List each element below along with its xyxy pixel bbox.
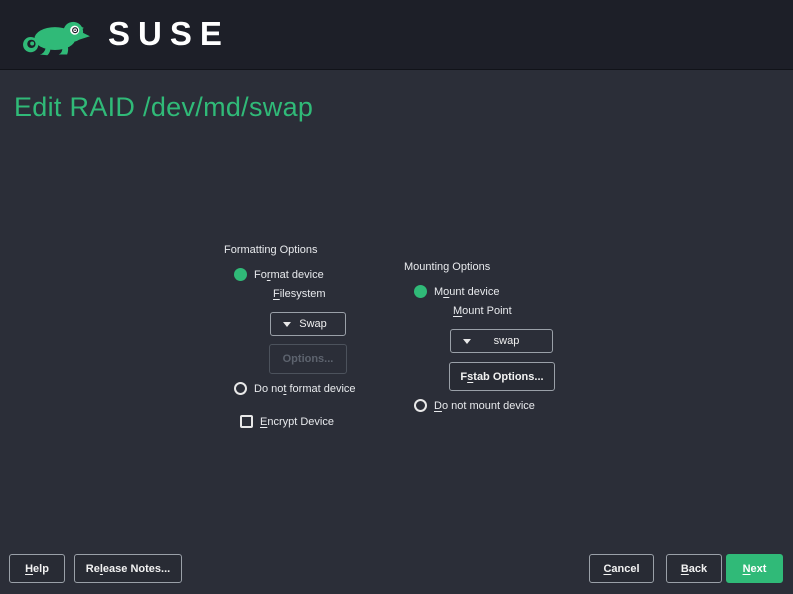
filesystem-label: Filesystem bbox=[273, 288, 326, 300]
do-not-mount-radio[interactable]: Do not mount device bbox=[414, 399, 535, 412]
filesystem-options-button: Options... bbox=[269, 344, 347, 374]
radio-unselected-icon bbox=[414, 399, 427, 412]
format-device-label: Format device bbox=[254, 269, 324, 281]
mount-point-label: Mount Point bbox=[453, 305, 512, 317]
filesystem-selected-value: Swap bbox=[291, 318, 345, 330]
radio-selected-icon bbox=[234, 268, 247, 281]
mount-device-radio[interactable]: Mount device bbox=[414, 285, 499, 298]
radio-selected-icon bbox=[414, 285, 427, 298]
brand-wordmark: SUSE bbox=[108, 11, 230, 57]
next-button[interactable]: Next bbox=[726, 554, 783, 583]
mount-point-select[interactable]: swap bbox=[450, 329, 553, 353]
header-bar: SUSE bbox=[0, 0, 793, 70]
chevron-down-icon bbox=[283, 322, 291, 327]
suse-logo: SUSE bbox=[20, 11, 230, 57]
encrypt-device-label: Encrypt Device bbox=[260, 416, 334, 428]
mount-point-selected-value: swap bbox=[471, 335, 552, 347]
formatting-options-heading: Formatting Options bbox=[224, 244, 318, 256]
fstab-options-button[interactable]: Fstab Options... bbox=[449, 362, 555, 391]
help-button[interactable]: Help bbox=[9, 554, 65, 583]
do-not-format-label: Do not format device bbox=[254, 383, 356, 395]
format-device-radio[interactable]: Format device bbox=[234, 268, 324, 281]
mounting-options-heading: Mounting Options bbox=[404, 261, 490, 273]
checkbox-unchecked-icon bbox=[240, 415, 253, 428]
filesystem-select[interactable]: Swap bbox=[270, 312, 346, 336]
radio-unselected-icon bbox=[234, 382, 247, 395]
chevron-down-icon bbox=[463, 339, 471, 344]
mount-device-label: Mount device bbox=[434, 286, 499, 298]
release-notes-button[interactable]: Release Notes... bbox=[74, 554, 182, 583]
encrypt-device-checkbox[interactable]: Encrypt Device bbox=[240, 415, 334, 428]
do-not-mount-label: Do not mount device bbox=[434, 400, 535, 412]
back-button[interactable]: Back bbox=[666, 554, 722, 583]
do-not-format-radio[interactable]: Do not format device bbox=[234, 382, 356, 395]
page-title: Edit RAID /dev/md/swap bbox=[14, 92, 313, 123]
cancel-button[interactable]: Cancel bbox=[589, 554, 654, 583]
chameleon-icon bbox=[20, 11, 96, 57]
installer-window: SUSE Edit RAID /dev/md/swap Formatting O… bbox=[0, 0, 793, 594]
